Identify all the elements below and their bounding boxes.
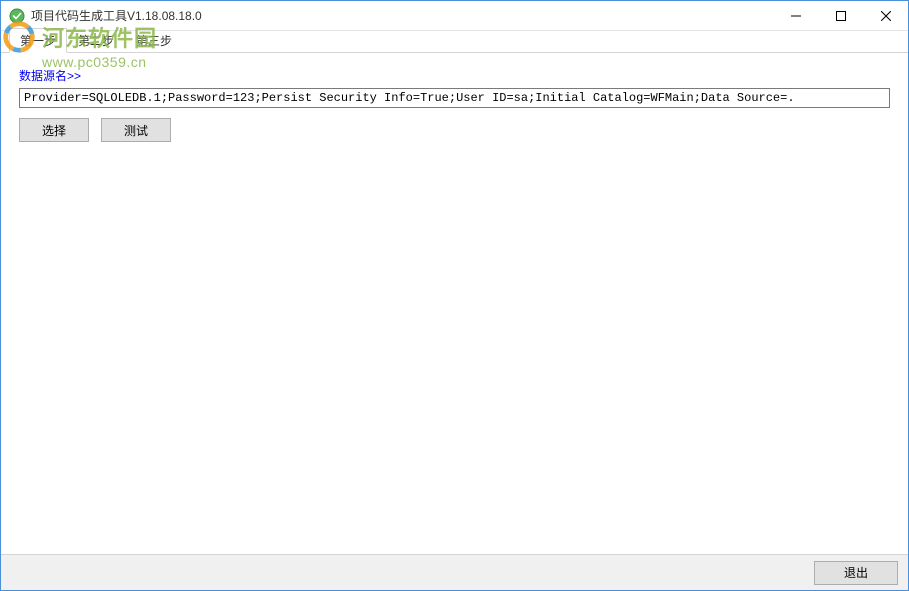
- minimize-button[interactable]: [773, 1, 818, 30]
- titlebar: 项目代码生成工具V1.18.08.18.0: [1, 1, 908, 31]
- maximize-button[interactable]: [818, 1, 863, 30]
- window-title: 项目代码生成工具V1.18.08.18.0: [31, 7, 773, 24]
- button-row: 选择 测试: [19, 118, 890, 142]
- close-button[interactable]: [863, 1, 908, 30]
- app-window: 项目代码生成工具V1.18.08.18.0 第一步 第二步 第三步 数据源名>>: [0, 0, 909, 591]
- content-area: 第一步 第二步 第三步 数据源名>> 选择 测试 退出: [1, 31, 908, 590]
- tab-step1[interactable]: 第一步: [9, 28, 67, 53]
- exit-button[interactable]: 退出: [814, 561, 898, 585]
- datasource-section: 数据源名>> 选择 测试: [19, 67, 890, 142]
- select-button[interactable]: 选择: [19, 118, 89, 142]
- test-button[interactable]: 测试: [101, 118, 171, 142]
- footer-bar: 退出: [1, 554, 908, 590]
- tabs-bar: 第一步 第二步 第三步: [1, 31, 908, 53]
- connection-string-input[interactable]: [19, 88, 890, 108]
- tab-panel-step1: 数据源名>> 选择 测试: [1, 53, 908, 554]
- tab-step2[interactable]: 第二步: [67, 28, 125, 53]
- window-controls: [773, 1, 908, 30]
- datasource-link[interactable]: 数据源名>>: [19, 67, 81, 84]
- tab-step3[interactable]: 第三步: [125, 28, 183, 53]
- app-icon: [9, 8, 25, 24]
- connection-row: [19, 88, 890, 108]
